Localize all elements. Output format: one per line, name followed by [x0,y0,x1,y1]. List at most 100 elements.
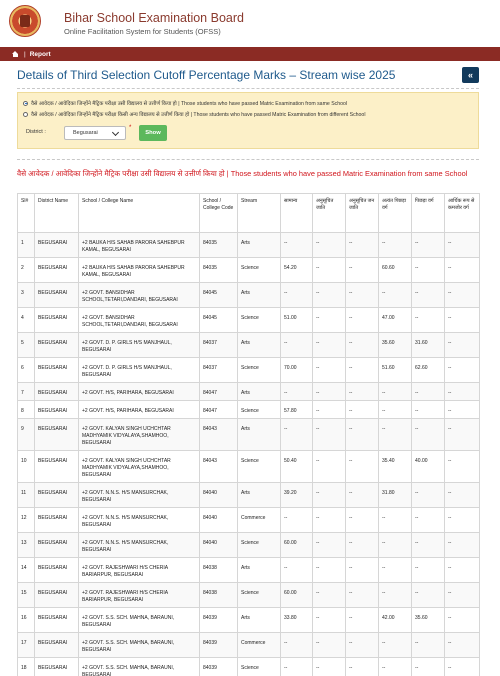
table-cell: +2 GOVT. N.N.S. H/S MANSURCHAK, BEGUSARA… [78,482,200,508]
cutoff-table: Sl# District Name School / College Name Sch… [17,193,480,676]
table-cell: -- [378,632,412,658]
table-cell: -- [345,307,379,333]
table-cell: -- [411,532,445,558]
table-cell: -- [411,557,445,583]
table-row: 7 BEGUSARAI +2 GOVT. H/S, PARIHARA, BEGUSA… [17,382,480,401]
table-cell: Arts [237,232,281,258]
table-cell: 9 [17,418,35,451]
column-header: Stream [237,193,281,233]
table-cell: -- [345,418,379,451]
table-cell: -- [411,507,445,533]
table-cell: 5 [17,332,35,358]
table-cell: -- [312,257,346,283]
table-cell: 3 [17,282,35,308]
table-cell: Arts [237,332,281,358]
table-cell: -- [444,450,480,483]
table-cell: -- [411,307,445,333]
table-cell: +2 GOVT. KALYAN SINGH UCHCHTAR MADHYAMIK… [78,450,200,483]
table-cell: -- [411,257,445,283]
table-cell: 2 [17,257,35,283]
table-cell: -- [444,400,480,419]
table-cell: Arts [237,607,281,633]
table-cell: 6 [17,357,35,383]
home-icon[interactable] [12,51,19,57]
table-cell: 12 [17,507,35,533]
site-title: Bihar School Examination Board [64,11,244,25]
table-cell: BEGUSARAI [34,532,79,558]
table-cell: -- [378,557,412,583]
table-cell: Science [237,257,281,283]
show-button[interactable]: Show [139,125,167,141]
table-cell: Science [237,450,281,483]
table-cell: -- [345,632,379,658]
table-cell: +2 GOVT. D. P. GIRLS H/S MANJHAUL, BEGUS… [78,332,200,358]
column-header: सामान्य [280,193,313,233]
table-cell: -- [345,450,379,483]
table-cell: -- [312,382,346,401]
table-cell: -- [378,400,412,419]
table-cell: 7 [17,382,35,401]
table-cell: -- [312,450,346,483]
table-cell: BEGUSARAI [34,657,79,676]
table-cell: -- [444,557,480,583]
table-cell: -- [378,232,412,258]
option-same-school[interactable]: वैसे आवेदक / आवेदिका जिन्होंने मैट्रिक प… [23,99,347,107]
column-header: School / College Name [78,193,200,233]
table-cell: -- [444,532,480,558]
table-cell: Commerce [237,632,281,658]
column-header: अनुसूचित जन जाति [345,193,379,233]
table-cell: 84043 [199,450,238,483]
table-cell: 84035 [199,257,238,283]
table-cell: -- [345,582,379,608]
table-cell: -- [312,657,346,676]
table-cell: -- [280,507,313,533]
table-cell: -- [345,257,379,283]
table-cell: -- [444,582,480,608]
radio-unselected-icon[interactable] [23,111,28,117]
table-cell: -- [444,482,480,508]
table-cell: BEGUSARAI [34,357,79,383]
table-cell: +2 GOVT. H/S, PARIHARA, BEGUSARAI [78,382,200,401]
table-cell: 84047 [199,400,238,419]
site-subtitle: Online Facilitation System for Students … [64,27,221,36]
table-cell: 84040 [199,532,238,558]
table-row: 13 BEGUSARAI +2 GOVT. N.N.S. H/S MANSURCHA… [17,532,480,558]
table-cell: Arts [237,282,281,308]
table-cell: -- [411,582,445,608]
back-button[interactable]: « [462,67,479,83]
table-cell: -- [378,657,412,676]
table-cell: -- [444,282,480,308]
table-cell: 84040 [199,507,238,533]
table-cell: +2 GOVT. H/S, PARIHARA, BEGUSARAI [78,400,200,419]
district-select[interactable]: Begusarai [64,126,126,140]
radio-selected-icon[interactable] [23,100,28,106]
column-header: School / College Code [199,193,238,233]
page-title: Details of Third Selection Cutoff Percen… [17,68,396,82]
option-different-school[interactable]: वैसे आवेदक / आवेदिका जिन्होंने मैट्रिक प… [23,110,365,118]
required-marker: * [129,125,132,131]
breadcrumb-report[interactable]: Report [30,51,51,58]
table-cell: 39.20 [280,482,313,508]
table-cell: 50.40 [280,450,313,483]
table-cell: 84038 [199,582,238,608]
table-cell: 47.00 [378,307,412,333]
table-cell: BEGUSARAI [34,232,79,258]
table-cell: BEGUSARAI [34,557,79,583]
table-cell: 1 [17,232,35,258]
table-cell: +2 GOVT. S.S. SCH. MAHNA, BARAUNI, BEGUS… [78,607,200,633]
table-cell: -- [280,232,313,258]
bseb-logo[interactable] [9,5,41,37]
table-cell: BEGUSARAI [34,482,79,508]
table-cell: -- [280,282,313,308]
table-cell: 84037 [199,332,238,358]
table-cell: 40.00 [411,450,445,483]
table-cell: -- [312,418,346,451]
table-cell: +2 BAUKA H/S SAHAB PARORA SAHEBPUR KAMAL… [78,257,200,283]
table-cell: -- [345,332,379,358]
table-cell: -- [345,607,379,633]
table-cell: Science [237,532,281,558]
table-cell: -- [312,482,346,508]
district-label: District : [26,129,46,135]
table-cell: 84039 [199,632,238,658]
table-cell: -- [280,557,313,583]
